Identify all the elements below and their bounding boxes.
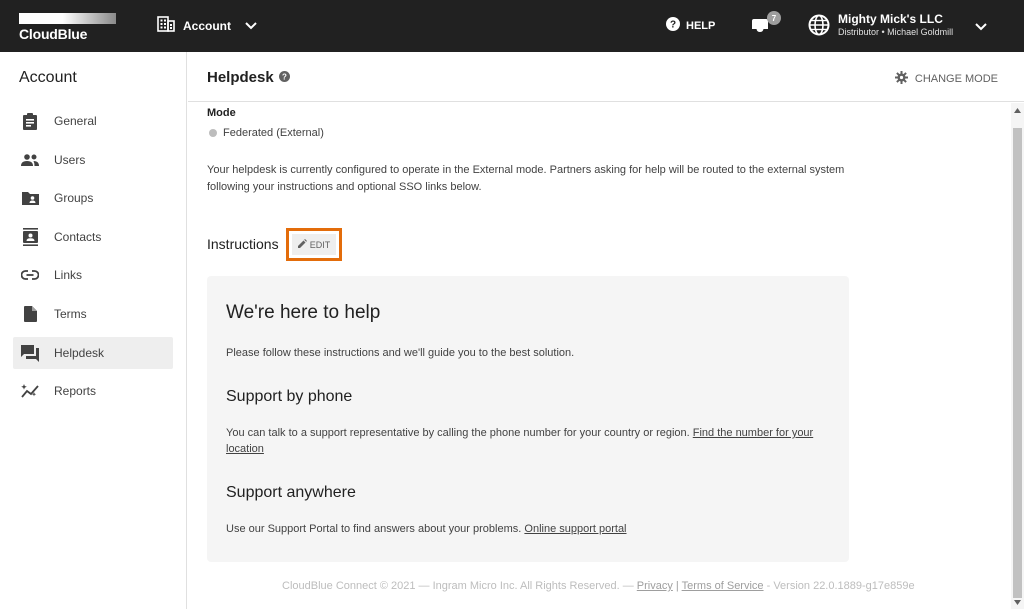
change-mode-button[interactable]: CHANGE MODE bbox=[894, 71, 998, 87]
anywhere-heading: Support anywhere bbox=[226, 484, 356, 501]
sidebar: Account General Users Groups Contacts Li… bbox=[0, 52, 187, 609]
mode-value-text: Federated (External) bbox=[223, 127, 324, 139]
edit-button-inner: EDIT bbox=[291, 234, 337, 255]
sidebar-title: Account bbox=[19, 69, 77, 86]
edit-label: EDIT bbox=[309, 239, 331, 250]
sidebar-item-label: Users bbox=[54, 153, 86, 167]
anywhere-text: Use our Support Portal to find answers a… bbox=[226, 523, 522, 535]
sidebar-item-reports[interactable]: Reports bbox=[13, 375, 173, 407]
link-icon bbox=[21, 266, 39, 284]
sidebar-item-label: Reports bbox=[54, 384, 97, 398]
gear-icon bbox=[894, 71, 908, 87]
footer-version: - Version 22.0.1889-g17e859e bbox=[766, 580, 915, 592]
sidebar-item-label: Links bbox=[54, 268, 83, 282]
help-label: HELP bbox=[686, 19, 716, 32]
sidebar-item-label: Terms bbox=[54, 307, 87, 321]
support-portal-link[interactable]: Online support portal bbox=[524, 523, 626, 535]
scroll-down-icon[interactable] bbox=[1011, 595, 1024, 609]
company-name: Mighty Mick's LLC bbox=[838, 12, 943, 26]
scrollbar-thumb[interactable] bbox=[1013, 128, 1022, 598]
file-icon bbox=[21, 305, 39, 323]
help-button[interactable]: ? HELP bbox=[666, 17, 715, 34]
users-icon bbox=[21, 151, 39, 169]
help-circle-icon: ? bbox=[666, 17, 680, 34]
mode-description: Your helpdesk is currently configured to… bbox=[207, 164, 845, 193]
main-content: Mode Federated (External) Your helpdesk … bbox=[188, 103, 1011, 609]
sidebar-item-contacts[interactable]: Contacts bbox=[13, 221, 173, 253]
notification-count-badge: 7 bbox=[767, 11, 781, 25]
sidebar-item-helpdesk[interactable]: Helpdesk bbox=[13, 337, 173, 369]
edit-instructions-button[interactable]: EDIT bbox=[286, 228, 342, 261]
privacy-link[interactable]: Privacy bbox=[637, 580, 673, 592]
page-header: Helpdesk ? CHANGE MODE bbox=[188, 52, 1024, 102]
svg-text:?: ? bbox=[282, 73, 287, 82]
sidebar-item-links[interactable]: Links bbox=[13, 259, 173, 291]
building-icon bbox=[157, 15, 175, 37]
sidebar-item-users[interactable]: Users bbox=[13, 144, 173, 176]
terms-of-service-link[interactable]: Terms of Service bbox=[682, 580, 764, 592]
footer-copyright: CloudBlue Connect © 2021 — Ingram Micro … bbox=[282, 580, 634, 592]
sidebar-item-label: Helpdesk bbox=[54, 346, 105, 360]
vertical-scrollbar[interactable] bbox=[1011, 103, 1024, 609]
footer: CloudBlue Connect © 2021 — Ingram Micro … bbox=[282, 580, 915, 592]
footer-separator: | bbox=[675, 580, 679, 592]
phone-paragraph: You can talk to a support representative… bbox=[226, 425, 836, 457]
logo-bar bbox=[19, 13, 116, 24]
sparkle-chart-icon bbox=[21, 382, 39, 400]
scroll-up-icon[interactable] bbox=[1011, 103, 1024, 117]
anywhere-paragraph: Use our Support Portal to find answers a… bbox=[226, 521, 836, 537]
status-dot bbox=[209, 129, 217, 137]
logo-text: CloudBlue bbox=[19, 26, 88, 42]
sidebar-item-label: General bbox=[54, 114, 97, 128]
company-switcher[interactable]: Mighty Mick's LLC Distributor • Michael … bbox=[838, 13, 953, 37]
instructions-card: We're here to help Please follow these i… bbox=[207, 276, 849, 562]
card-heading: We're here to help bbox=[226, 302, 381, 323]
clipboard-icon bbox=[21, 112, 39, 130]
globe-icon bbox=[808, 14, 830, 36]
account-switcher[interactable]: Account bbox=[157, 15, 257, 37]
chevron-down-icon bbox=[245, 17, 257, 35]
pencil-icon bbox=[297, 239, 307, 250]
sidebar-item-general[interactable]: General bbox=[13, 105, 173, 137]
page-title: Helpdesk ? bbox=[207, 69, 290, 86]
folder-user-icon bbox=[21, 189, 39, 207]
top-bar: CloudBlue Account ? HELP 7 Mighty Mick's… bbox=[0, 0, 1024, 52]
chat-icon bbox=[21, 344, 39, 362]
phone-heading: Support by phone bbox=[226, 388, 353, 405]
page-title-text: Helpdesk bbox=[207, 69, 274, 86]
company-role: Distributor • Michael Goldmill bbox=[838, 27, 954, 37]
mode-label: Mode bbox=[207, 107, 236, 119]
change-mode-label: CHANGE MODE bbox=[914, 73, 998, 85]
card-intro: Please follow these instructions and we'… bbox=[226, 347, 575, 359]
phone-text: You can talk to a support representative… bbox=[226, 427, 690, 439]
contacts-icon bbox=[21, 228, 39, 246]
sidebar-item-terms[interactable]: Terms bbox=[13, 298, 173, 330]
account-switcher-label: Account bbox=[183, 19, 231, 33]
instructions-heading: Instructions bbox=[207, 236, 279, 252]
sidebar-item-label: Groups bbox=[54, 191, 94, 205]
notifications-button[interactable]: 7 bbox=[751, 11, 781, 37]
chevron-down-icon[interactable] bbox=[975, 18, 987, 36]
help-circle-icon[interactable]: ? bbox=[278, 69, 290, 86]
cloudblue-logo[interactable]: CloudBlue bbox=[19, 13, 117, 42]
sidebar-item-groups[interactable]: Groups bbox=[13, 182, 173, 214]
svg-text:?: ? bbox=[670, 20, 676, 31]
mode-value: Federated (External) bbox=[209, 127, 324, 139]
sidebar-item-label: Contacts bbox=[54, 230, 102, 244]
